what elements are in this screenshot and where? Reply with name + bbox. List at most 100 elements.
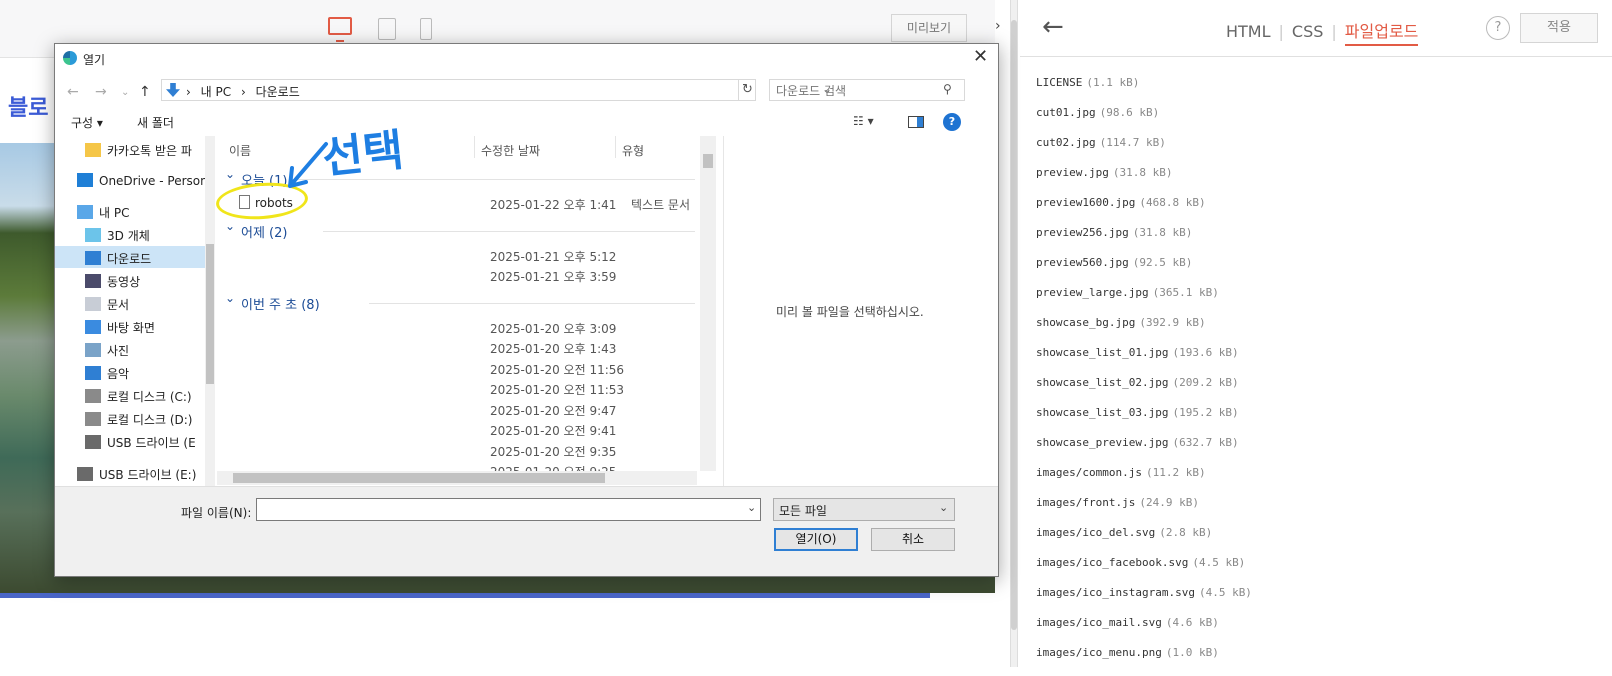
path-folder[interactable]: 다운로드 <box>256 85 300 99</box>
nav-tree-item[interactable]: 카카오톡 받은 파 <box>55 138 205 160</box>
cube-icon <box>85 228 101 242</box>
nav-tree-item[interactable]: 다운로드 <box>55 246 205 268</box>
filename-input[interactable] <box>256 498 761 521</box>
uploaded-file-item[interactable]: preview.jpg (31.8 kB) <box>1036 166 1252 196</box>
mobile-view-icon[interactable] <box>420 18 432 40</box>
file-type-select[interactable]: 모든 파일 <box>773 498 955 521</box>
uploaded-file-item[interactable]: preview1600.jpg (468.8 kB) <box>1036 196 1252 226</box>
cancel-button[interactable]: 취소 <box>871 528 955 551</box>
back-nav-icon[interactable]: ← <box>67 84 79 100</box>
preview-button[interactable]: 미리보기 <box>891 14 967 42</box>
nav-tree-item[interactable]: 3D 개체 <box>55 223 205 245</box>
chevron-down-icon[interactable]: ⌄ <box>747 501 756 514</box>
nav-tree-item[interactable]: 사진 <box>55 338 205 360</box>
uploaded-file-item[interactable]: showcase_list_01.jpg (193.6 kB) <box>1036 346 1252 376</box>
file-group-header[interactable]: 이번 주 초 (8) <box>225 294 320 313</box>
uploaded-file-item[interactable]: images/ico_instagram.svg (4.5 kB) <box>1036 586 1252 616</box>
nav-tree-label: 3D 개체 <box>107 229 150 243</box>
uploaded-file-item[interactable]: showcase_list_02.jpg (209.2 kB) <box>1036 376 1252 406</box>
uploaded-file-name: showcase_list_01.jpg <box>1036 346 1169 359</box>
uploaded-file-item[interactable]: preview256.jpg (31.8 kB) <box>1036 226 1252 256</box>
file-list-vscrollbar[interactable] <box>700 136 716 471</box>
help-icon[interactable]: ? <box>943 113 961 131</box>
file-row-date[interactable]: 2025-01-20 오후 3:09 <box>490 320 616 337</box>
uploaded-file-item[interactable]: preview_large.jpg (365.1 kB) <box>1036 286 1252 316</box>
view-options-icon[interactable]: ☷ ▾ <box>853 114 874 128</box>
path-root[interactable]: 내 PC <box>201 85 231 99</box>
back-arrow-icon[interactable]: ← <box>1042 12 1064 42</box>
address-bar[interactable]: › 내 PC › 다운로드 ⌄ <box>161 79 832 101</box>
chevron-down-icon[interactable]: ⌄ <box>225 291 235 305</box>
uploaded-file-item[interactable]: LICENSE (1.1 kB) <box>1036 76 1252 106</box>
chevron-down-icon[interactable]: ⌄ <box>225 219 235 233</box>
file-upload-panel: ← HTML | CSS | 파일업로드 ? 적용 LICENSE (1.1 kB) cut… <box>1020 0 1612 667</box>
uploaded-file-size: (1.0 kB) <box>1165 646 1219 659</box>
close-icon[interactable]: ✕ <box>973 46 988 67</box>
uploaded-file-item[interactable]: cut02.jpg (114.7 kB) <box>1036 136 1252 166</box>
preview-pane-icon[interactable] <box>908 116 924 128</box>
file-list-hscroll-thumb[interactable] <box>233 473 605 483</box>
chevron-down-icon[interactable]: ⌄ <box>939 501 948 514</box>
nav-tree-item[interactable]: 내 PC <box>55 200 205 222</box>
nav-tree-item[interactable]: USB 드라이브 (E <box>55 430 205 452</box>
uploaded-file-item[interactable]: showcase_preview.jpg (632.7 kB) <box>1036 436 1252 466</box>
uploaded-file-item[interactable]: images/ico_del.svg (2.8 kB) <box>1036 526 1252 556</box>
new-folder-button[interactable]: 새 폴더 <box>137 114 174 131</box>
tab-html[interactable]: HTML <box>1226 22 1271 41</box>
nav-tree-item[interactable]: 바탕 화면 <box>55 315 205 337</box>
help-icon[interactable]: ? <box>1486 16 1510 40</box>
nav-tree-item[interactable]: 음악 <box>55 361 205 383</box>
collapse-arrow-icon[interactable]: › <box>995 18 1001 34</box>
file-row-date[interactable]: 2025-01-21 오후 3:59 <box>490 268 616 285</box>
uploaded-file-item[interactable]: images/ico_menu.png (1.0 kB) <box>1036 646 1252 676</box>
panel-header: ← HTML | CSS | 파일업로드 ? 적용 <box>1020 0 1612 57</box>
file-row-date[interactable]: 2025-01-21 오후 5:12 <box>490 248 616 265</box>
column-type[interactable]: 유형 <box>622 142 644 159</box>
uploaded-file-item[interactable]: showcase_list_03.jpg (195.2 kB) <box>1036 406 1252 436</box>
file-row-date[interactable]: 2025-01-20 오전 9:47 <box>490 402 616 419</box>
desktop-view-icon[interactable] <box>328 17 352 42</box>
uploaded-file-item[interactable]: images/ico_facebook.svg (4.5 kB) <box>1036 556 1252 586</box>
refresh-icon[interactable]: ↻ <box>738 80 756 100</box>
forward-nav-icon[interactable]: → <box>95 84 107 100</box>
open-button[interactable]: 열기(O) <box>774 528 858 551</box>
uploaded-file-item[interactable]: images/ico_mail.svg (4.6 kB) <box>1036 616 1252 646</box>
uploaded-file-item[interactable]: images/front.js (24.9 kB) <box>1036 496 1252 526</box>
file-list-vscroll-thumb[interactable] <box>703 154 713 168</box>
file-row-date[interactable]: 2025-01-22 오후 1:41 <box>490 196 616 213</box>
nav-tree-label: 동영상 <box>107 275 141 289</box>
nav-tree-item[interactable]: 로컬 디스크 (D:) <box>55 407 205 429</box>
tree-scroll-thumb[interactable] <box>206 244 214 384</box>
search-icon[interactable]: ⚲ <box>943 82 952 96</box>
apply-button[interactable]: 적용 <box>1520 13 1598 43</box>
uploaded-file-item[interactable]: images/common.js (11.2 kB) <box>1036 466 1252 496</box>
column-name[interactable]: 이름 <box>229 142 251 159</box>
nav-tree-item[interactable]: OneDrive - Person <box>55 169 205 191</box>
file-row-date[interactable]: 2025-01-20 오전 9:35 <box>490 443 616 460</box>
file-row-date[interactable]: 2025-01-20 오후 1:43 <box>490 340 616 357</box>
tab-file-upload[interactable]: 파일업로드 <box>1344 18 1419 46</box>
nav-tree-item[interactable]: 로컬 디스크 (C:) <box>55 384 205 406</box>
up-folder-icon[interactable]: ↑ <box>139 84 151 100</box>
chevron-down-icon[interactable]: ⌄ <box>225 167 235 181</box>
file-row-date[interactable]: 2025-01-20 오전 9:41 <box>490 422 616 439</box>
file-row-type[interactable]: 텍스트 문서 <box>631 196 690 213</box>
search-input[interactable]: 다운로드 검색 <box>769 79 965 101</box>
column-date[interactable]: 수정한 날짜 <box>481 142 540 159</box>
column-divider[interactable] <box>474 136 475 158</box>
recent-locations-icon[interactable]: ⌄ <box>121 87 129 98</box>
nav-tree-item[interactable]: USB 드라이브 (E:) <box>55 462 205 484</box>
file-row-date[interactable]: 2025-01-20 오전 11:56 <box>490 361 624 378</box>
nav-tree-item[interactable]: 문서 <box>55 292 205 314</box>
nav-tree-label: 카카오톡 받은 파 <box>107 144 192 158</box>
organize-button[interactable]: 구성 ▾ <box>71 114 103 131</box>
column-divider[interactable] <box>615 136 616 158</box>
file-row-date[interactable]: 2025-01-20 오전 11:53 <box>490 381 624 398</box>
splitter-scroll-thumb[interactable] <box>1011 20 1017 630</box>
tab-css[interactable]: CSS <box>1292 22 1323 41</box>
uploaded-file-item[interactable]: preview560.jpg (92.5 kB) <box>1036 256 1252 286</box>
tablet-view-icon[interactable] <box>378 18 396 40</box>
uploaded-file-item[interactable]: cut01.jpg (98.6 kB) <box>1036 106 1252 136</box>
nav-tree-item[interactable]: 동영상 <box>55 269 205 291</box>
uploaded-file-item[interactable]: showcase_bg.jpg (392.9 kB) <box>1036 316 1252 346</box>
